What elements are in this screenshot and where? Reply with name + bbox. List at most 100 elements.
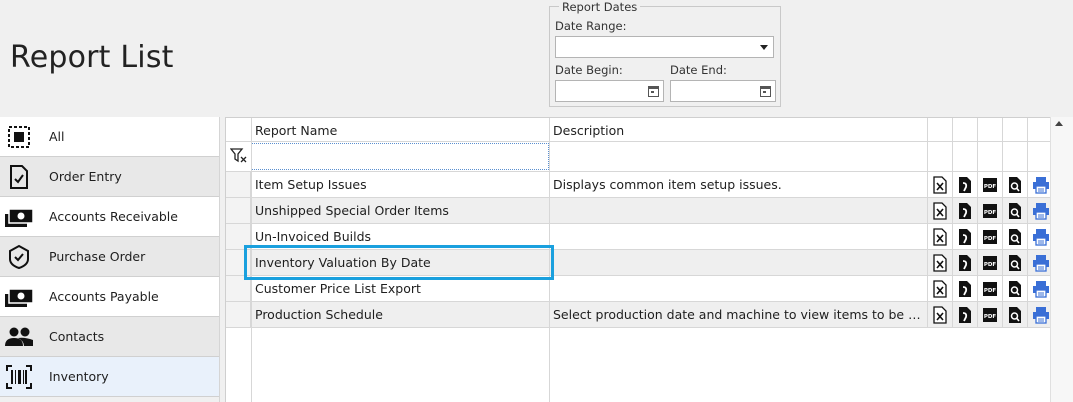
chevron-down-icon[interactable] [760, 45, 768, 50]
row-header[interactable] [226, 250, 251, 275]
barcode-icon [4, 362, 34, 392]
pdf-icon[interactable]: PDF [980, 304, 1000, 326]
report-name-cell[interactable]: Unshipped Special Order Items [255, 203, 545, 218]
shield-check-icon [4, 242, 34, 272]
row-header[interactable] [226, 224, 251, 249]
excel-icon[interactable] [930, 200, 950, 222]
pdf-icon[interactable]: PDF [980, 174, 1000, 196]
row-header[interactable] [226, 172, 251, 197]
pdf-badge-text: PDF [984, 210, 997, 216]
excel-icon[interactable] [930, 252, 950, 274]
report-dates-group: Report Dates Date Range: Date Begin: Dat… [549, 0, 781, 107]
report-dates-legend: Report Dates [559, 0, 641, 14]
preview-icon[interactable] [1005, 226, 1025, 248]
preview-icon[interactable] [1005, 174, 1025, 196]
pdf-icon[interactable]: PDF [980, 200, 1000, 222]
date-begin-label: Date Begin: [555, 63, 623, 77]
row-header[interactable] [226, 302, 251, 327]
sidebar-item-label: Order Entry [49, 169, 122, 184]
clear-filter-icon[interactable] [229, 148, 248, 167]
report-name-filter-input[interactable] [251, 143, 549, 170]
sidebar-item-purchase-order[interactable]: Purchase Order [0, 237, 219, 277]
sidebar-item-all[interactable]: All [0, 117, 219, 157]
report-grid: Report Name Description Item Setup Issue… [225, 117, 1073, 402]
report-name-cell[interactable]: Item Setup Issues [255, 177, 545, 192]
print-icon[interactable] [1031, 200, 1051, 222]
category-sidebar: All Order Entry Accounts Receivable Purc… [0, 117, 220, 402]
scroll-up-icon[interactable] [1055, 121, 1063, 126]
sidebar-item-inventory[interactable]: Inventory [0, 357, 219, 397]
table-row[interactable]: Inventory Valuation By Date PDF [226, 250, 1073, 276]
date-end-label: Date End: [670, 63, 727, 77]
pdf-badge-text: PDF [984, 236, 997, 242]
word-icon[interactable] [955, 226, 975, 248]
calendar-icon[interactable] [760, 86, 771, 97]
pdf-badge-text: PDF [984, 262, 997, 268]
report-name-cell[interactable]: Inventory Valuation By Date [255, 255, 545, 270]
sidebar-item-label: Inventory [49, 369, 109, 384]
pdf-badge-text: PDF [984, 288, 997, 294]
preview-icon[interactable] [1005, 304, 1025, 326]
all-icon [4, 122, 34, 152]
date-range-label: Date Range: [555, 19, 627, 33]
print-icon[interactable] [1031, 304, 1051, 326]
word-icon[interactable] [955, 174, 975, 196]
print-icon[interactable] [1031, 226, 1051, 248]
pdf-icon[interactable]: PDF [980, 252, 1000, 274]
order-entry-icon [4, 162, 34, 192]
table-row[interactable]: Customer Price List Export PDF [226, 276, 1073, 302]
print-icon[interactable] [1031, 174, 1051, 196]
column-header-description[interactable]: Description [553, 123, 624, 138]
sidebar-item-contacts[interactable]: Contacts [0, 317, 219, 357]
date-begin-input[interactable] [555, 80, 664, 102]
word-icon[interactable] [955, 278, 975, 300]
sidebar-item-order-entry[interactable]: Order Entry [0, 157, 219, 197]
report-name-cell[interactable]: Un-Invoiced Builds [255, 229, 545, 244]
money-icon [4, 282, 34, 312]
vertical-scrollbar[interactable] [1050, 117, 1073, 402]
calendar-icon[interactable] [648, 86, 659, 97]
date-range-select[interactable] [555, 36, 774, 58]
row-header[interactable] [226, 276, 251, 301]
sidebar-item-label: Accounts Payable [49, 289, 159, 304]
excel-icon[interactable] [930, 304, 950, 326]
pdf-icon[interactable]: PDF [980, 226, 1000, 248]
date-end-input[interactable] [670, 80, 776, 102]
people-icon [4, 322, 34, 352]
preview-icon[interactable] [1005, 278, 1025, 300]
row-header[interactable] [226, 198, 251, 223]
page-title: Report List [10, 40, 174, 75]
sidebar-item-accounts-payable[interactable]: Accounts Payable [0, 277, 219, 317]
sidebar-item-label: Accounts Receivable [49, 209, 178, 224]
excel-icon[interactable] [930, 174, 950, 196]
print-icon[interactable] [1031, 252, 1051, 274]
column-divider [1002, 118, 1003, 328]
column-divider [977, 118, 978, 328]
table-row[interactable]: Production Schedule Select production dat… [226, 302, 1073, 328]
table-row[interactable]: Unshipped Special Order Items PDF [226, 198, 1073, 224]
table-row[interactable]: Item Setup Issues Displays common item se… [226, 172, 1073, 198]
word-icon[interactable] [955, 304, 975, 326]
column-divider [952, 118, 953, 328]
excel-icon[interactable] [930, 278, 950, 300]
word-icon[interactable] [955, 252, 975, 274]
preview-icon[interactable] [1005, 252, 1025, 274]
sidebar-item-accounts-receivable[interactable]: Accounts Receivable [0, 197, 219, 237]
column-divider [549, 118, 550, 402]
word-icon[interactable] [955, 200, 975, 222]
pdf-icon[interactable]: PDF [980, 278, 1000, 300]
report-name-cell[interactable]: Customer Price List Export [255, 281, 545, 296]
print-icon[interactable] [1031, 278, 1051, 300]
preview-icon[interactable] [1005, 200, 1025, 222]
column-divider [927, 118, 928, 328]
column-header-report-name[interactable]: Report Name [255, 123, 337, 138]
table-row[interactable]: Un-Invoiced Builds PDF [226, 224, 1073, 250]
excel-icon[interactable] [930, 226, 950, 248]
column-divider [1027, 118, 1028, 328]
sidebar-item-label: Contacts [49, 329, 105, 344]
sidebar-item-label: Purchase Order [49, 249, 146, 264]
column-divider [251, 118, 252, 402]
filter-row [226, 142, 1073, 172]
report-name-cell[interactable]: Production Schedule [255, 307, 545, 322]
money-icon [4, 202, 34, 232]
